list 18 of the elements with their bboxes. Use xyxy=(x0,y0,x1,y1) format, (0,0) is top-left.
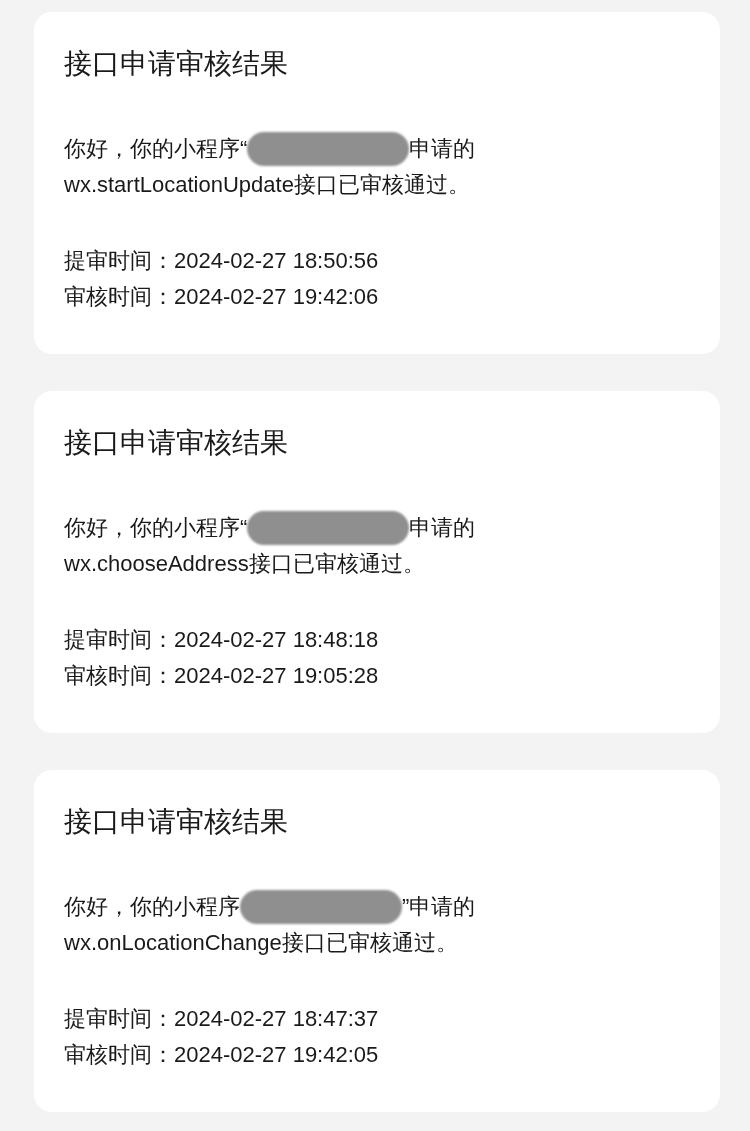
greeting-text: ”申请的 xyxy=(402,893,476,921)
submit-time: 提审时间：2024-02-27 18:50:56 xyxy=(64,247,380,275)
result-text: wx.startLocationUpdate接口已审核通过。 xyxy=(64,171,471,199)
result-text: wx.onLocationChange接口已审核通过。 xyxy=(64,929,459,957)
card-title: 接口申请审核结果 xyxy=(64,47,289,81)
greeting-text: 你好，你的小程序“ xyxy=(64,135,248,163)
greeting-text: 你好，你的小程序 xyxy=(64,893,240,921)
submit-time: 提审时间：2024-02-27 18:47:37 xyxy=(64,1005,380,1033)
review-time: 审核时间：2024-02-27 19:42:05 xyxy=(64,1041,380,1069)
greeting-text: 申请的 xyxy=(409,135,476,163)
review-time: 审核时间：2024-02-27 19:05:28 xyxy=(64,662,380,690)
result-text: wx.chooseAddress接口已审核通过。 xyxy=(64,550,426,578)
card-title: 接口申请审核结果 xyxy=(64,805,289,839)
greeting-text: 申请的 xyxy=(409,514,476,542)
greeting-text: 你好，你的小程序“ xyxy=(64,514,248,542)
card-title: 接口申请审核结果 xyxy=(64,426,289,460)
submit-time: 提审时间：2024-02-27 18:48:18 xyxy=(64,626,380,654)
review-time: 审核时间：2024-02-27 19:42:06 xyxy=(64,283,380,311)
